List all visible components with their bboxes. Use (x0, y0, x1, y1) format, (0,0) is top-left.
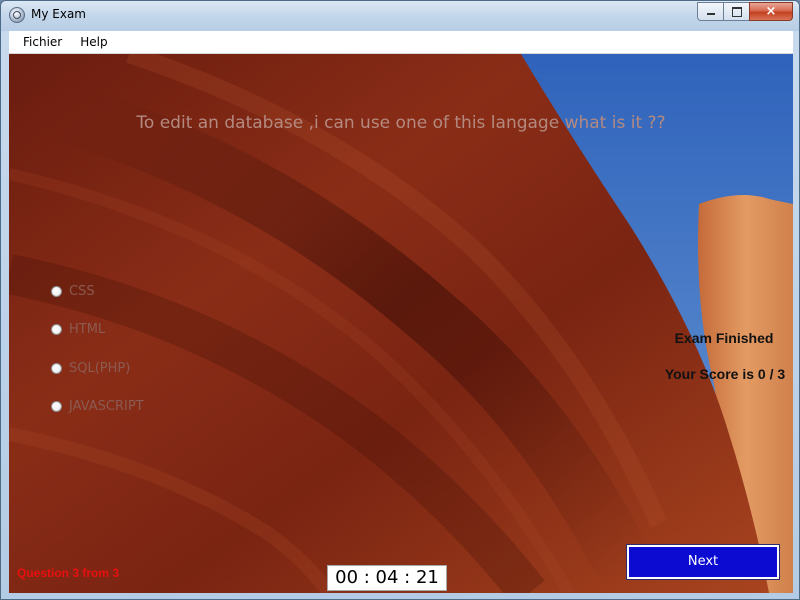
exam-panel: To edit an database ,i can use one of th… (9, 54, 793, 593)
answer-options: CSS HTML SQL(PHP) JAVASCRIPT (51, 281, 144, 435)
app-window: My Exam × Fichier Help To edit an databa… (0, 0, 800, 600)
close-icon: × (765, 4, 777, 19)
close-button[interactable]: × (749, 2, 793, 21)
option-label: JAVASCRIPT (69, 399, 144, 414)
app-icon[interactable] (9, 7, 25, 23)
question-counter: Question 3 from 3 (17, 566, 120, 580)
option-css[interactable]: CSS (51, 281, 144, 301)
menu-fichier[interactable]: Fichier (9, 35, 71, 49)
option-html[interactable]: HTML (51, 320, 144, 340)
title-bar[interactable]: My Exam × (1, 1, 799, 31)
score-label: Your Score is 0 / 3 (664, 366, 786, 382)
radio-icon[interactable] (51, 362, 62, 374)
option-label: HTML (69, 322, 106, 337)
exam-finished-label: Exam Finished (674, 330, 774, 346)
radio-icon[interactable] (51, 324, 62, 335)
minimize-icon[interactable] (697, 2, 723, 21)
radio-icon[interactable] (51, 285, 62, 297)
menu-bar: Fichier Help (9, 31, 793, 54)
menu-help[interactable]: Help (71, 35, 116, 49)
option-sql[interactable]: SQL(PHP) (51, 358, 144, 378)
maximize-icon[interactable] (723, 2, 749, 21)
question-text: To edit an database ,i can use one of th… (136, 113, 666, 133)
timer-display: 00 : 04 : 21 (327, 565, 447, 591)
option-label: CSS (69, 283, 95, 299)
option-javascript[interactable]: JAVASCRIPT (51, 397, 144, 417)
next-button[interactable]: Next (626, 544, 780, 580)
window-title: My Exam (31, 7, 86, 21)
radio-icon[interactable] (51, 401, 62, 412)
option-label: SQL(PHP) (69, 360, 131, 376)
window-controls: × (697, 2, 793, 22)
